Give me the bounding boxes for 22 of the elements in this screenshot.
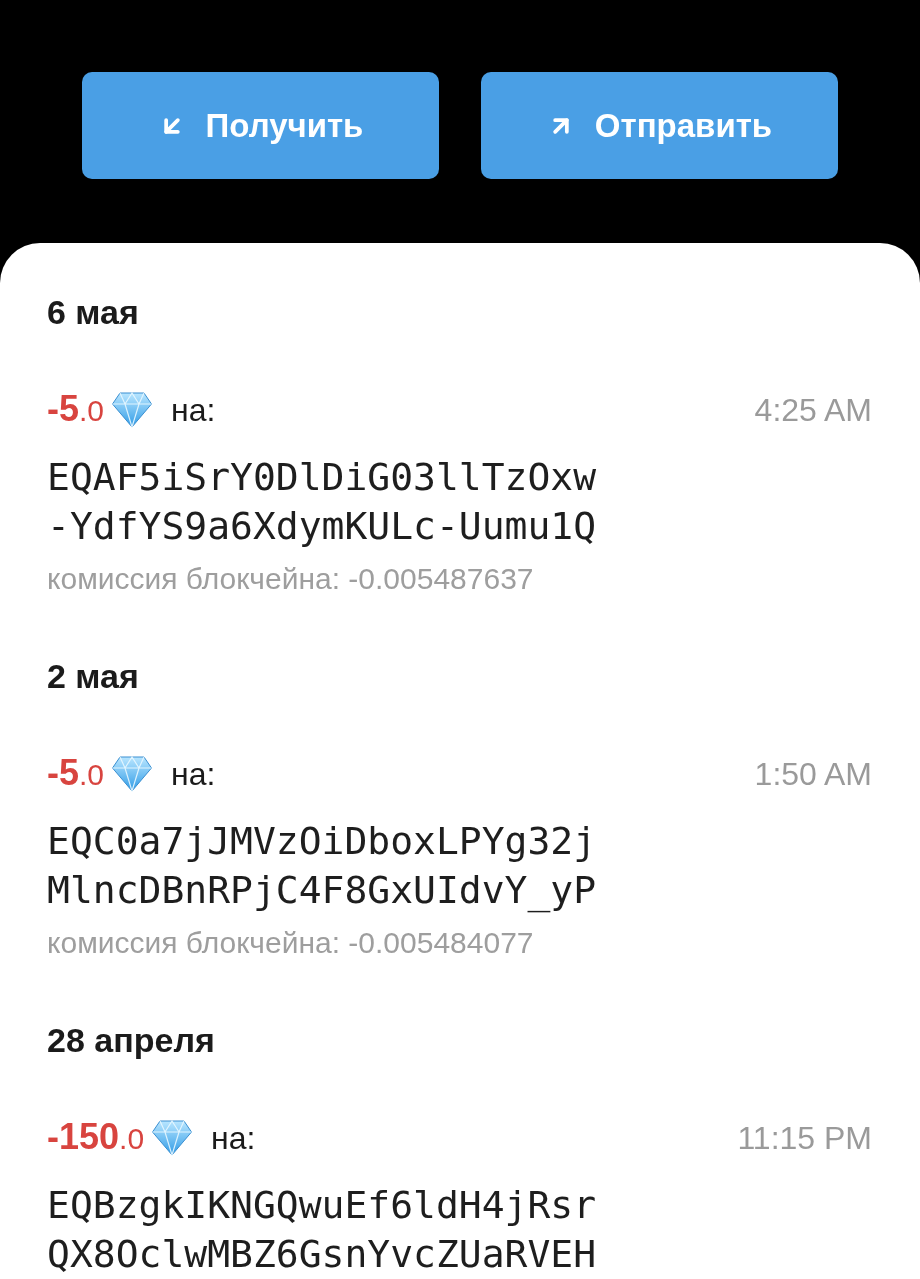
amount-text: -5.0 <box>47 751 105 795</box>
date-header: 6 мая <box>47 292 139 333</box>
recipient-label: на: <box>171 391 216 430</box>
gem-icon <box>112 756 153 792</box>
time-text: 11:15 PM <box>737 1119 872 1158</box>
time-text: 4:25 AM <box>754 391 872 430</box>
send-button[interactable]: Отправить <box>481 72 838 179</box>
date-header: 28 апреля <box>47 1020 215 1061</box>
amount-text: -5.0 <box>47 387 105 431</box>
wallet-address: EQAF5iSrY0DlDiG03llTzOxw-YdfYS9a6XdymKULc-Uumu1Q <box>47 454 598 550</box>
fee-text: комиссия блокчейна: -0.005484077 <box>47 925 534 961</box>
fee-text: комиссия блокчейна: -0.005487637 <box>47 561 534 597</box>
time-text: 1:50 AM <box>754 755 872 794</box>
receive-button[interactable]: Получить <box>82 72 439 179</box>
wallet-address: EQC0a7jJMVzOiDboxLPYg32jMlncDBnRPjC4F8GxUIdvY_yP <box>47 818 598 915</box>
gem-icon <box>112 392 153 428</box>
amount-text: -150.0 <box>47 1115 145 1159</box>
recipient-label: на: <box>211 1119 256 1158</box>
date-header: 2 мая <box>47 656 139 697</box>
gem-icon <box>152 1120 193 1156</box>
recipient-label: на: <box>171 755 216 794</box>
wallet-address: EQBzgkIKNGQwuEf6ldH4jRsrQX8OclwMBZ6GsnYvcZUaRVEH <box>47 1182 598 1278</box>
